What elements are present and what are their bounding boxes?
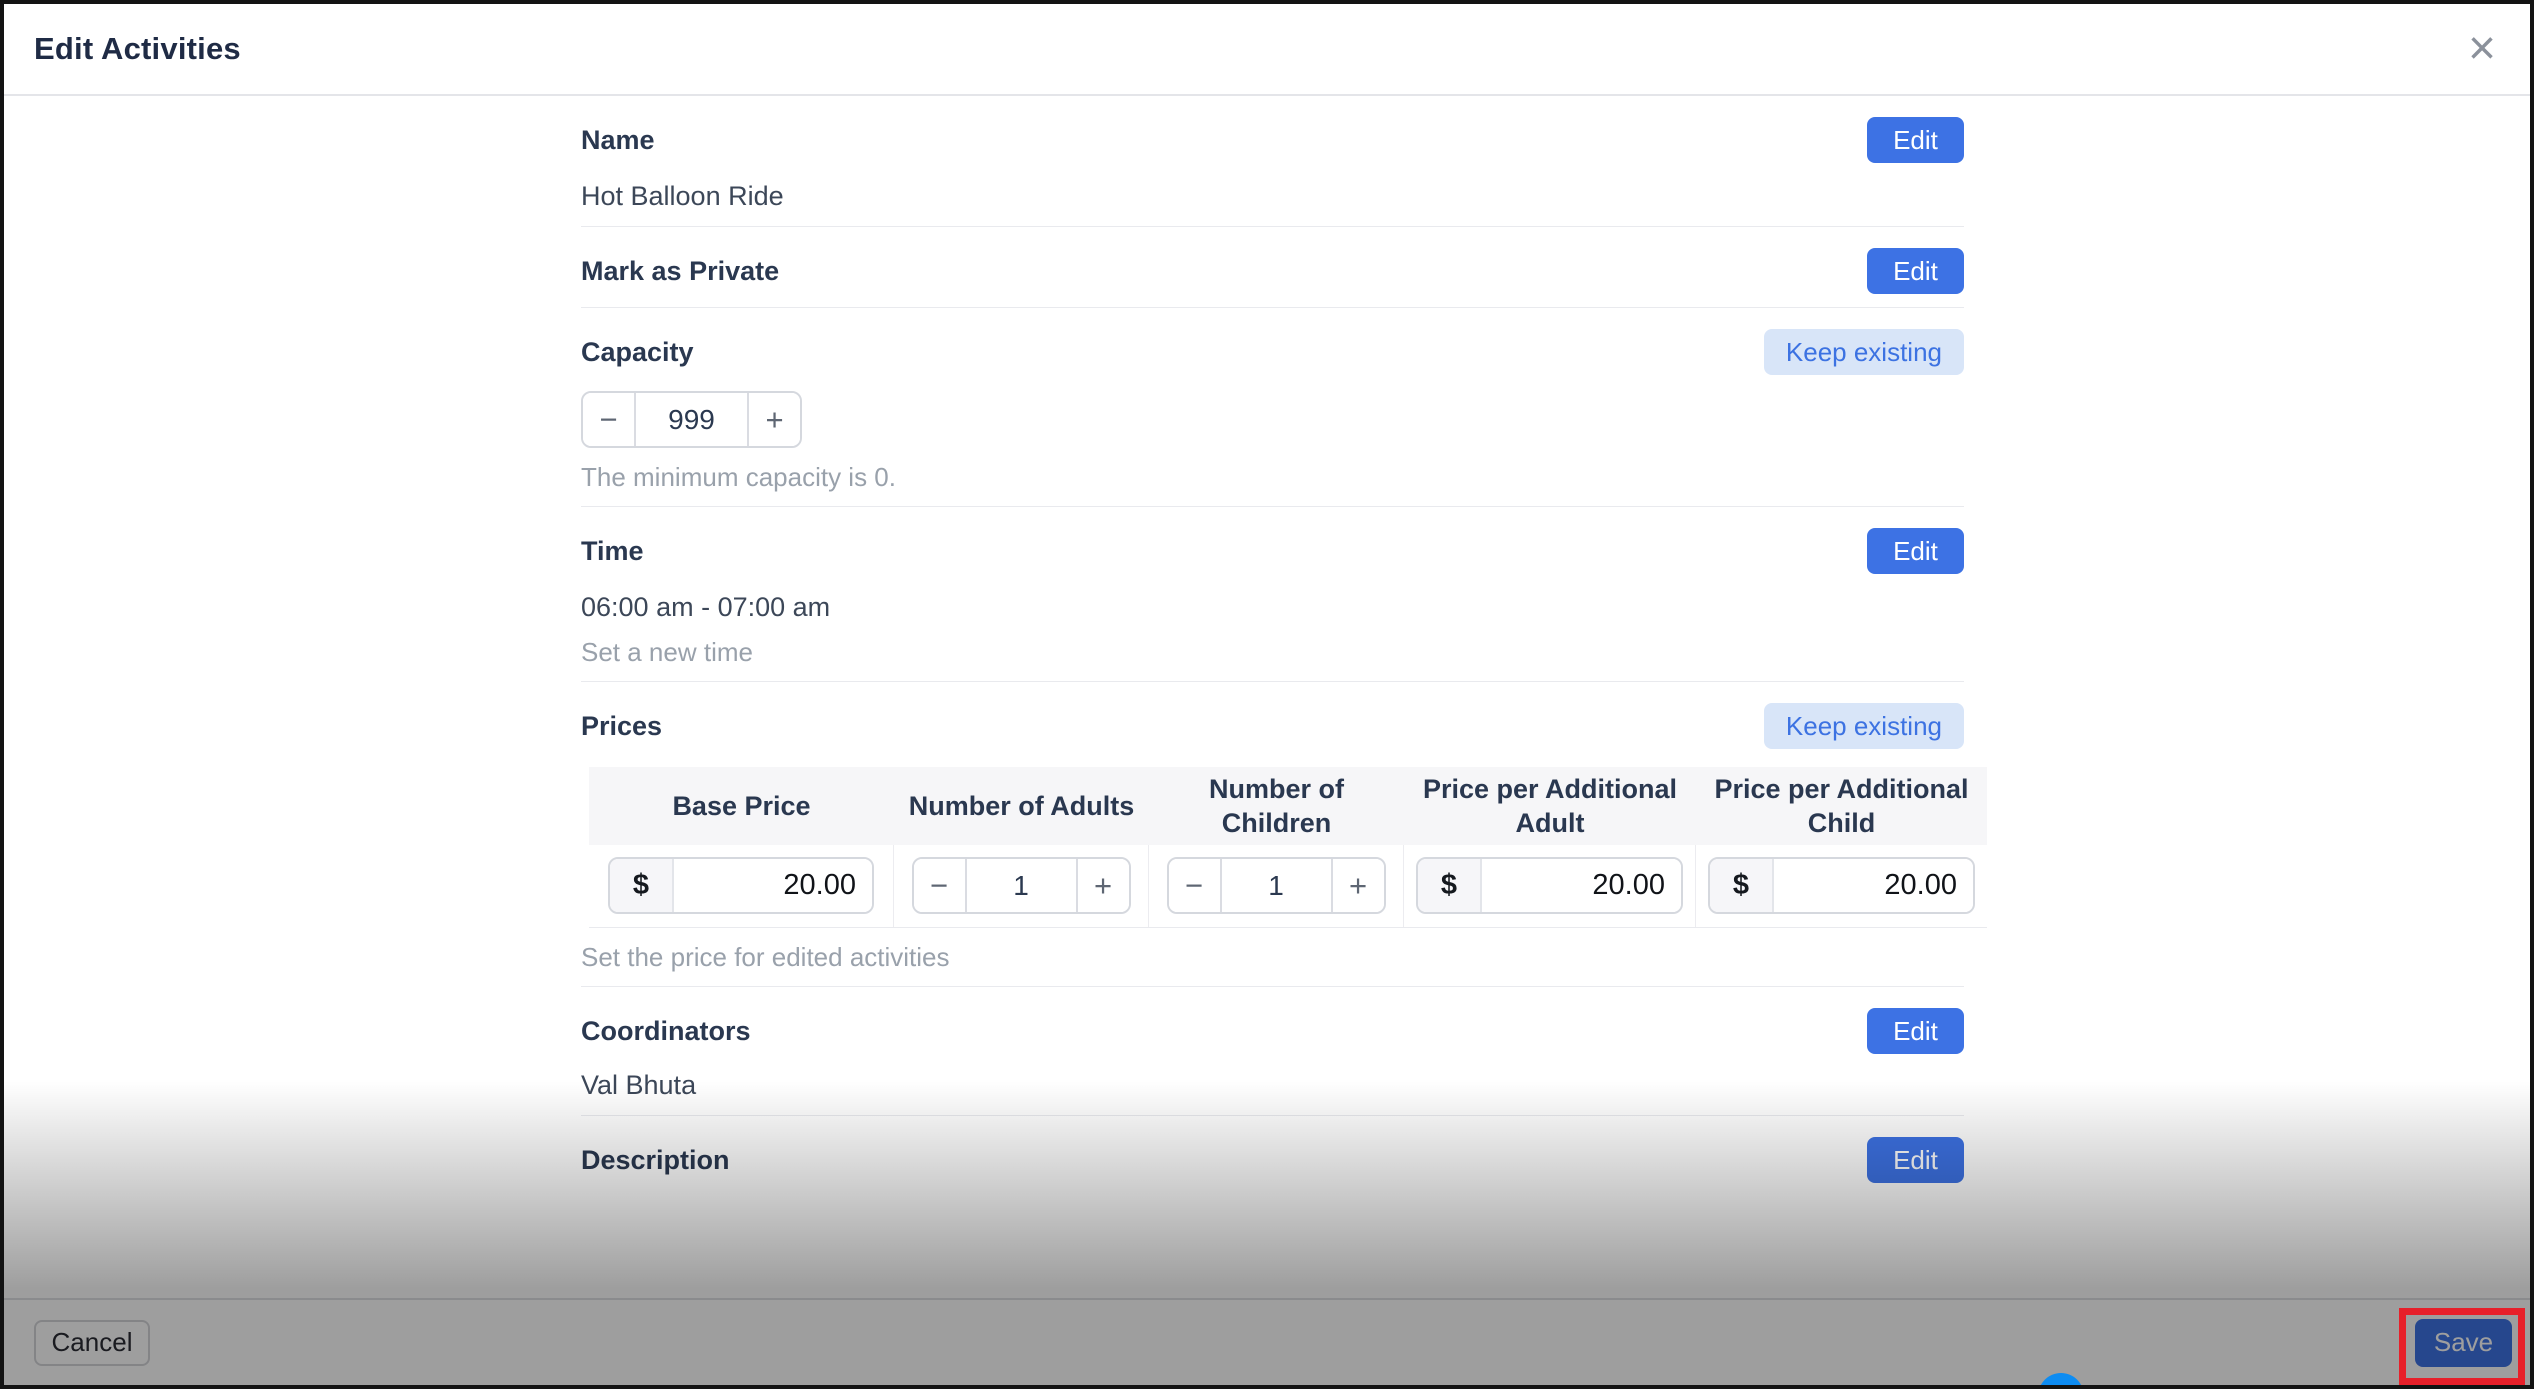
modal-header: Edit Activities ×	[4, 4, 2530, 96]
coordinators-value: Val Bhuta	[581, 1068, 1964, 1102]
dollar-sign: $	[1418, 859, 1482, 912]
capacity-keep-existing-button[interactable]: Keep existing	[1764, 329, 1964, 375]
dollar-sign: $	[1710, 859, 1774, 912]
modal-footer: Cancel Save	[4, 1298, 2530, 1385]
header-number-of-children: Number of Children	[1149, 767, 1404, 845]
section-time: Time Edit 06:00 am - 07:00 am Set a new …	[581, 507, 1964, 682]
description-label: Description	[581, 1145, 730, 1176]
coordinators-label: Coordinators	[581, 1016, 751, 1047]
dollar-sign: $	[610, 859, 674, 912]
prices-label: Prices	[581, 711, 662, 742]
capacity-increment-button[interactable]: +	[749, 393, 800, 446]
private-label: Mark as Private	[581, 256, 779, 287]
minus-icon: −	[930, 868, 948, 904]
modal-content: Name Edit Hot Balloon Ride Mark as Priva…	[4, 96, 2530, 1298]
coordinators-edit-button[interactable]: Edit	[1867, 1008, 1964, 1054]
name-value: Hot Balloon Ride	[581, 179, 1964, 213]
section-coordinators: Coordinators Edit Val Bhuta	[581, 987, 1964, 1116]
minus-icon: −	[1185, 868, 1203, 904]
capacity-helper-text: The minimum capacity is 0.	[581, 461, 1964, 493]
additional-adult-price-input[interactable]	[1482, 859, 1681, 912]
prices-table-header: Base Price Number of Adults Number of Ch…	[589, 767, 1987, 845]
section-description: Description Edit	[581, 1116, 1964, 1196]
minus-icon: −	[599, 402, 617, 438]
name-edit-button[interactable]: Edit	[1867, 117, 1964, 163]
header-price-per-additional-adult: Price per Additional Adult	[1404, 767, 1696, 845]
base-price-input[interactable]	[674, 859, 872, 912]
section-capacity: Capacity Keep existing − + The minimum c…	[581, 308, 1964, 507]
base-price-input-group: $	[608, 857, 874, 914]
header-number-of-adults: Number of Adults	[894, 767, 1149, 845]
adults-decrement-button[interactable]: −	[914, 859, 965, 912]
capacity-stepper[interactable]: − +	[581, 391, 802, 448]
plus-icon: +	[1349, 868, 1367, 904]
plus-icon: +	[765, 402, 783, 438]
capacity-label: Capacity	[581, 337, 694, 368]
plus-icon: +	[1094, 868, 1112, 904]
modal-title: Edit Activities	[34, 31, 241, 67]
private-edit-button[interactable]: Edit	[1867, 248, 1964, 294]
edit-activities-modal: Edit Activities × Name Edit Hot Balloon …	[0, 0, 2534, 1389]
capacity-input[interactable]	[634, 393, 749, 446]
save-button[interactable]: Save	[2415, 1319, 2512, 1367]
cancel-button[interactable]: Cancel	[34, 1320, 150, 1366]
prices-helper-text: Set the price for edited activities	[581, 941, 1964, 973]
time-helper-text: Set a new time	[581, 636, 1964, 668]
additional-adult-price-input-group: $	[1416, 857, 1683, 914]
name-label: Name	[581, 125, 655, 156]
prices-table: Base Price Number of Adults Number of Ch…	[589, 767, 1987, 928]
capacity-decrement-button[interactable]: −	[583, 393, 634, 446]
children-increment-button[interactable]: +	[1333, 859, 1384, 912]
section-prices: Prices Keep existing Base Price Number o…	[581, 682, 1964, 987]
description-edit-button[interactable]: Edit	[1867, 1137, 1964, 1183]
adults-stepper[interactable]: − +	[912, 857, 1131, 914]
adults-input[interactable]	[965, 859, 1078, 912]
header-base-price: Base Price	[589, 767, 894, 845]
children-decrement-button[interactable]: −	[1169, 859, 1220, 912]
section-name: Name Edit Hot Balloon Ride	[581, 96, 1964, 227]
prices-table-row: $ − +	[589, 845, 1987, 928]
additional-child-price-input-group: $	[1708, 857, 1975, 914]
time-edit-button[interactable]: Edit	[1867, 528, 1964, 574]
section-mark-as-private: Mark as Private Edit	[581, 227, 1964, 308]
close-icon[interactable]: ×	[2464, 25, 2500, 73]
children-input[interactable]	[1220, 859, 1333, 912]
additional-child-price-input[interactable]	[1774, 859, 1973, 912]
children-stepper[interactable]: − +	[1167, 857, 1386, 914]
time-value: 06:00 am - 07:00 am	[581, 590, 1964, 624]
time-label: Time	[581, 536, 644, 567]
header-price-per-additional-child: Price per Additional Child	[1696, 767, 1987, 845]
adults-increment-button[interactable]: +	[1078, 859, 1129, 912]
prices-keep-existing-button[interactable]: Keep existing	[1764, 703, 1964, 749]
